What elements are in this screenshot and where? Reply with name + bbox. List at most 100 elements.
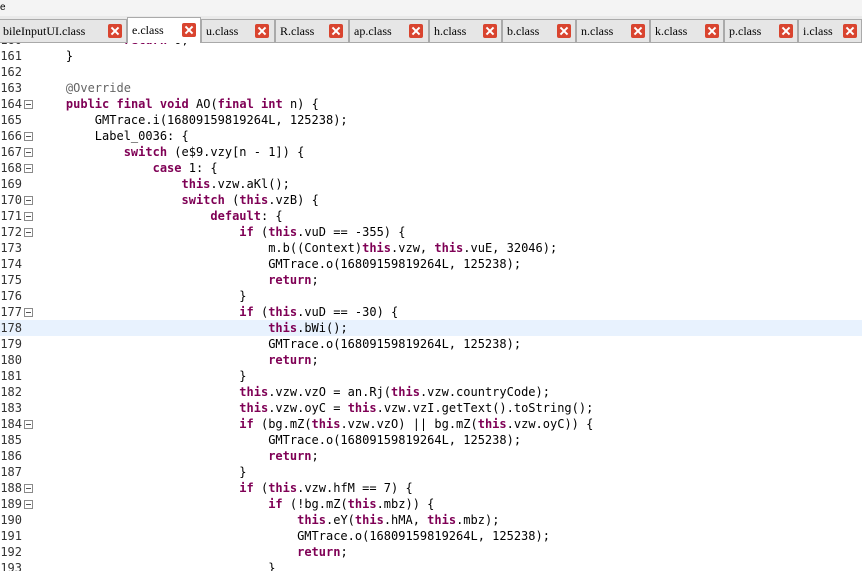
fold-toggle-icon[interactable] — [24, 196, 33, 205]
fold-toggle-icon[interactable] — [24, 484, 33, 493]
close-tab-icon[interactable] — [409, 24, 423, 38]
code-text: this.bWi(); — [268, 321, 348, 335]
fold-toggle-icon[interactable] — [24, 212, 33, 221]
tab-label: p.class — [729, 24, 762, 38]
fold-toggle-icon[interactable] — [24, 228, 33, 237]
close-tab-icon[interactable] — [255, 24, 269, 38]
code-text: GMTrace.o(16809159819264L, 125238); — [37, 257, 522, 271]
line-number: 182 — [0, 385, 22, 399]
editor-tab-bar: bileInputUI.class e.class u.class R.class ap… — [0, 16, 862, 43]
fold-toggle-icon[interactable] — [24, 164, 33, 173]
code-line[interactable]: 168 case 1: { — [0, 160, 862, 176]
line-number: 168 — [0, 161, 22, 175]
tab-p-class[interactable]: p.class — [724, 19, 798, 42]
tab-n-class[interactable]: n.class — [576, 19, 650, 42]
code-line[interactable]: 181 } — [0, 368, 862, 384]
tab-bileinputui-class[interactable]: bileInputUI.class — [0, 19, 127, 42]
line-number: 193 — [0, 561, 22, 571]
fold-toggle-icon[interactable] — [24, 500, 33, 509]
code-line[interactable]: 161 } — [0, 48, 862, 64]
code-line[interactable]: 180 return; — [0, 352, 862, 368]
close-tab-icon[interactable] — [631, 24, 645, 38]
fold-toggle-icon[interactable] — [24, 100, 33, 109]
code-line[interactable]: 184 if (bg.mZ(this.vzw.vzO) || bg.mZ(thi… — [0, 416, 862, 432]
code-text: switch (e$9.vzy[n - 1]) { — [123, 145, 305, 159]
code-line[interactable]: 190 this.eY(this.hMA, this.mbz); — [0, 512, 862, 528]
code-line[interactable]: 182 this.vzw.vzO = an.Rj(this.vzw.countr… — [0, 384, 862, 400]
code-line[interactable]: 173 m.b((Context)this.vzw, this.vuE, 320… — [0, 240, 862, 256]
code-editor[interactable]: 160 return 0;161 }162163 @Override164 pu… — [0, 43, 862, 571]
line-number: 171 — [0, 209, 22, 223]
line-number: 162 — [0, 65, 22, 79]
window-title-strip: e — [0, 0, 862, 16]
tab-r-class[interactable]: R.class — [275, 19, 349, 42]
code-line[interactable]: 165 GMTrace.i(16809159819264L, 125238); — [0, 112, 862, 128]
code-line[interactable]: 171 default: { — [0, 208, 862, 224]
code-line[interactable]: 175 return; — [0, 272, 862, 288]
fold-toggle-icon[interactable] — [24, 308, 33, 317]
code-line[interactable]: 167 switch (e$9.vzy[n - 1]) { — [0, 144, 862, 160]
line-number: 177 — [0, 305, 22, 319]
code-text: if (this.vuD == -30) { — [239, 305, 399, 319]
code-line[interactable]: 187 } — [0, 464, 862, 480]
line-number: 173 — [0, 241, 22, 255]
code-text: public final void AO(final int n) { — [65, 97, 319, 111]
close-tab-icon[interactable] — [108, 24, 122, 38]
code-line[interactable]: 162 — [0, 64, 862, 80]
tab-label: n.class — [581, 24, 614, 38]
line-number: 164 — [0, 97, 22, 111]
tab-label: R.class — [280, 24, 315, 38]
code-line[interactable]: 166 Label_0036: { — [0, 128, 862, 144]
tab-ap-class[interactable]: ap.class — [349, 19, 429, 42]
tab-k-class[interactable]: k.class — [650, 19, 724, 42]
tab-i-class[interactable]: i.class — [798, 19, 862, 42]
line-number: 185 — [0, 433, 22, 447]
code-line[interactable]: 191 GMTrace.o(16809159819264L, 125238); — [0, 528, 862, 544]
code-line[interactable]: 189 if (!bg.mZ(this.mbz)) { — [0, 496, 862, 512]
tab-b-class[interactable]: b.class — [502, 19, 576, 42]
close-tab-icon[interactable] — [779, 24, 793, 38]
code-text: @Override — [37, 81, 131, 95]
code-line[interactable]: 188 if (this.vzw.hfM == 7) { — [0, 480, 862, 496]
fold-toggle-icon[interactable] — [24, 148, 33, 157]
code-line[interactable]: 174 GMTrace.o(16809159819264L, 125238); — [0, 256, 862, 272]
line-number: 192 — [0, 545, 22, 559]
code-line[interactable]: 178 this.bWi(); — [0, 320, 862, 336]
close-tab-icon[interactable] — [705, 24, 719, 38]
code-line[interactable]: 163 @Override — [0, 80, 862, 96]
line-number: 175 — [0, 273, 22, 287]
tab-label: i.class — [803, 24, 833, 38]
code-text: default: { — [210, 209, 283, 223]
fold-toggle-icon[interactable] — [24, 420, 33, 429]
code-text: GMTrace.o(16809159819264L, 125238); — [37, 529, 550, 543]
tab-h-class[interactable]: h.class — [429, 19, 502, 42]
close-tab-icon[interactable] — [843, 24, 857, 38]
close-tab-icon[interactable] — [557, 24, 571, 38]
fold-toggle-icon[interactable] — [24, 132, 33, 141]
code-line[interactable]: 170 switch (this.vzB) { — [0, 192, 862, 208]
code-line[interactable]: 177 if (this.vuD == -30) { — [0, 304, 862, 320]
close-tab-icon[interactable] — [483, 24, 497, 38]
tab-u-class[interactable]: u.class — [201, 19, 275, 42]
line-number: 170 — [0, 193, 22, 207]
close-tab-icon[interactable] — [329, 24, 343, 38]
tab-e-class[interactable]: e.class — [127, 17, 201, 43]
close-tab-icon[interactable] — [182, 23, 196, 37]
code-line[interactable]: 176 } — [0, 288, 862, 304]
code-line[interactable]: 185 GMTrace.o(16809159819264L, 125238); — [0, 432, 862, 448]
window-title-fragment: e — [0, 2, 6, 13]
code-text: GMTrace.o(16809159819264L, 125238); — [37, 337, 522, 351]
tab-label: b.class — [507, 24, 540, 38]
line-number: 172 — [0, 225, 22, 239]
code-line[interactable]: 179 GMTrace.o(16809159819264L, 125238); — [0, 336, 862, 352]
code-line[interactable]: 186 return; — [0, 448, 862, 464]
code-line[interactable]: 164 public final void AO(final int n) { — [0, 96, 862, 112]
code-line[interactable]: 169 this.vzw.aKl(); — [0, 176, 862, 192]
line-number: 191 — [0, 529, 22, 543]
code-text: } — [37, 289, 247, 303]
code-line[interactable]: 183 this.vzw.oyC = this.vzw.vzI.getText(… — [0, 400, 862, 416]
line-number: 180 — [0, 353, 22, 367]
code-line[interactable]: 193 } — [0, 560, 862, 571]
code-line[interactable]: 172 if (this.vuD == -355) { — [0, 224, 862, 240]
code-line[interactable]: 192 return; — [0, 544, 862, 560]
